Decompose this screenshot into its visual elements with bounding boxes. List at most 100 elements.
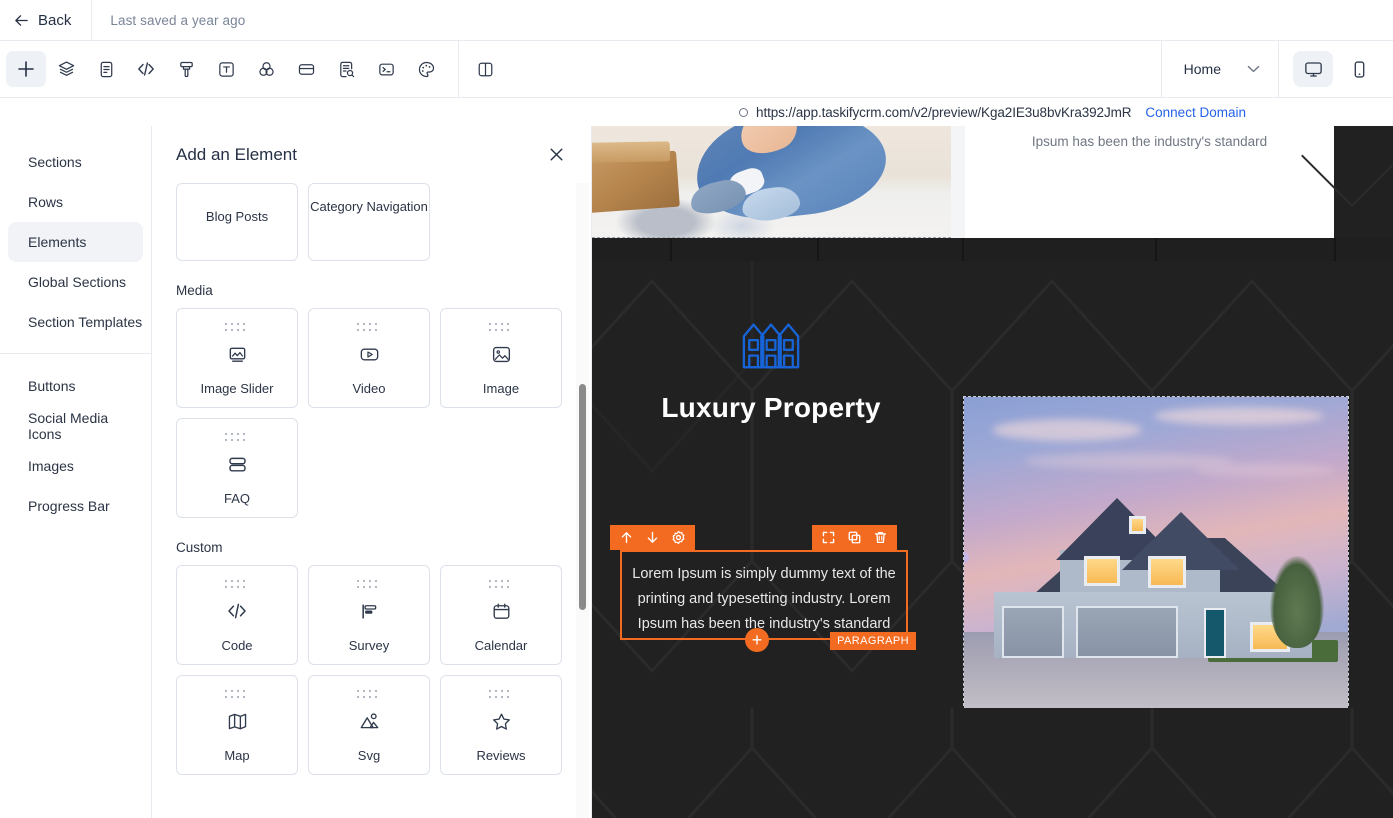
- drag-dots-icon: [488, 579, 510, 589]
- window-shape: [1084, 556, 1120, 586]
- editor-toolbar: Home: [0, 40, 1393, 98]
- element-label: Calendar: [474, 638, 528, 653]
- sidebar-label: Section Templates: [28, 314, 143, 330]
- sidebar-item-progress-bar[interactable]: Progress Bar: [8, 486, 143, 526]
- element-card-category-navigation[interactable]: Category Navigation: [308, 183, 430, 261]
- drag-dots-icon: [356, 689, 378, 699]
- brush-icon[interactable]: [166, 51, 206, 87]
- code-icon: [225, 598, 249, 624]
- add-icon[interactable]: [6, 51, 46, 87]
- mobile-view-button[interactable]: [1339, 51, 1379, 87]
- jeans-photo[interactable]: [592, 126, 951, 238]
- element-card-calendar[interactable]: Calendar: [440, 565, 562, 665]
- panel-title: Add an Element: [176, 144, 297, 164]
- section-title-media: Media: [176, 283, 213, 298]
- sidebar-label: Elements: [28, 234, 87, 250]
- element-card-reviews[interactable]: Reviews: [440, 675, 562, 775]
- hero-paragraph-text[interactable]: Lorem Ipsum is simply dummy text of the …: [620, 550, 908, 640]
- preview-text-card[interactable]: Ipsum has been the industry's standard: [965, 126, 1334, 238]
- element-card-code[interactable]: Code: [176, 565, 298, 665]
- image-icon: [490, 341, 513, 367]
- sidebar-item-buttons[interactable]: Buttons: [8, 366, 143, 406]
- bottom-background-pattern: [592, 708, 1393, 818]
- add-element-below-button[interactable]: +: [745, 628, 769, 652]
- close-icon[interactable]: [544, 142, 569, 167]
- sidebar-label: Global Sections: [28, 274, 127, 290]
- selection-toolbar-left: [610, 525, 695, 550]
- move-up-icon[interactable]: [619, 530, 634, 545]
- sidebar-item-social-media-icons[interactable]: Social Media Icons: [8, 406, 143, 446]
- move-down-icon[interactable]: [645, 530, 660, 545]
- element-label: Blog Posts: [205, 209, 269, 224]
- element-type-badge[interactable]: PARAGRAPH: [830, 632, 916, 650]
- sidebar-item-rows[interactable]: Rows: [8, 182, 143, 222]
- terminal-icon[interactable]: [366, 51, 406, 87]
- preview-gap-strip: [592, 238, 1393, 261]
- color-blend-icon[interactable]: [246, 51, 286, 87]
- page-selector[interactable]: Home: [1162, 41, 1278, 98]
- back-label: Back: [38, 11, 72, 29]
- preview-top-band: Ipsum has been the industry's standard: [592, 126, 1393, 239]
- map-icon: [226, 708, 249, 734]
- back-arrow-icon: [15, 14, 28, 26]
- duplicate-icon[interactable]: [847, 530, 862, 545]
- card-icon[interactable]: [286, 51, 326, 87]
- page-preview-canvas: Ipsum has been the industry's standard L…: [592, 126, 1393, 818]
- reviews-icon: [490, 708, 513, 734]
- faq-icon: [226, 451, 249, 477]
- element-label: FAQ: [223, 491, 250, 506]
- sidebar-label: Social Media Icons: [28, 410, 109, 442]
- hero-title[interactable]: Luxury Property: [661, 392, 880, 424]
- sidebar-item-images[interactable]: Images: [8, 446, 143, 486]
- trash-icon[interactable]: [873, 530, 888, 545]
- add-element-panel: Add an Element Blog Posts Category Navig…: [153, 126, 592, 818]
- element-card-survey[interactable]: Survey: [308, 565, 430, 665]
- image-slider-icon: [226, 341, 249, 367]
- sidebar-label: Sections: [28, 154, 82, 170]
- settings-gear-icon[interactable]: [671, 530, 686, 545]
- last-saved-text: Last saved a year ago: [110, 12, 246, 28]
- expand-icon[interactable]: [821, 530, 836, 545]
- element-label: Category Navigation: [310, 199, 428, 214]
- text-box-icon[interactable]: [206, 51, 246, 87]
- left-sidebar: Sections Rows Elements Global Sections S…: [0, 126, 152, 818]
- sidebar-item-sections[interactable]: Sections: [8, 142, 143, 182]
- element-card-image-slider[interactable]: Image Slider: [176, 308, 298, 408]
- palette-icon[interactable]: [406, 51, 446, 87]
- sidebar-item-elements[interactable]: Elements: [8, 222, 143, 262]
- layers-icon[interactable]: [46, 51, 86, 87]
- element-label: Video: [352, 381, 386, 396]
- element-card-blog-posts[interactable]: Blog Posts: [176, 183, 298, 261]
- luxury-property-section: Luxury Property Lorem Ipsum is simply du…: [592, 261, 1393, 708]
- preview-url[interactable]: https://app.taskifycrm.com/v2/preview/Kg…: [756, 105, 1131, 120]
- page-selector-label: Home: [1183, 61, 1221, 77]
- document-icon[interactable]: [86, 51, 126, 87]
- window-shape: [1148, 556, 1186, 588]
- element-card-image[interactable]: Image: [440, 308, 562, 408]
- connect-domain-link[interactable]: Connect Domain: [1145, 105, 1246, 120]
- drag-dots-icon: [224, 579, 246, 589]
- sidebar-item-section-templates[interactable]: Section Templates: [8, 302, 143, 342]
- split-panel-icon[interactable]: [465, 51, 505, 87]
- partial-row-grid: Blog Posts Category Navigation: [176, 183, 568, 261]
- selection-toolbar-right: [812, 525, 897, 550]
- element-label: Map: [224, 748, 250, 763]
- drag-dots-icon: [224, 322, 246, 332]
- element-card-map[interactable]: Map: [176, 675, 298, 775]
- back-button[interactable]: Back: [0, 0, 91, 41]
- sidebar-label: Images: [28, 458, 74, 474]
- code-icon[interactable]: [126, 51, 166, 87]
- selected-paragraph-element[interactable]: Lorem Ipsum is simply dummy text of the …: [610, 525, 916, 652]
- drag-dots-icon: [224, 689, 246, 699]
- video-icon: [358, 341, 381, 367]
- toolbar-icon-group: [0, 51, 446, 87]
- desktop-view-button[interactable]: [1293, 51, 1333, 87]
- doc-search-icon[interactable]: [326, 51, 366, 87]
- section-title-custom: Custom: [176, 540, 223, 555]
- sidebar-item-global-sections[interactable]: Global Sections: [8, 262, 143, 302]
- house-photo-element[interactable]: [963, 396, 1349, 708]
- cloud-shape: [1194, 463, 1334, 477]
- element-card-video[interactable]: Video: [308, 308, 430, 408]
- element-card-faq[interactable]: FAQ: [176, 418, 298, 518]
- element-card-svg[interactable]: Svg: [308, 675, 430, 775]
